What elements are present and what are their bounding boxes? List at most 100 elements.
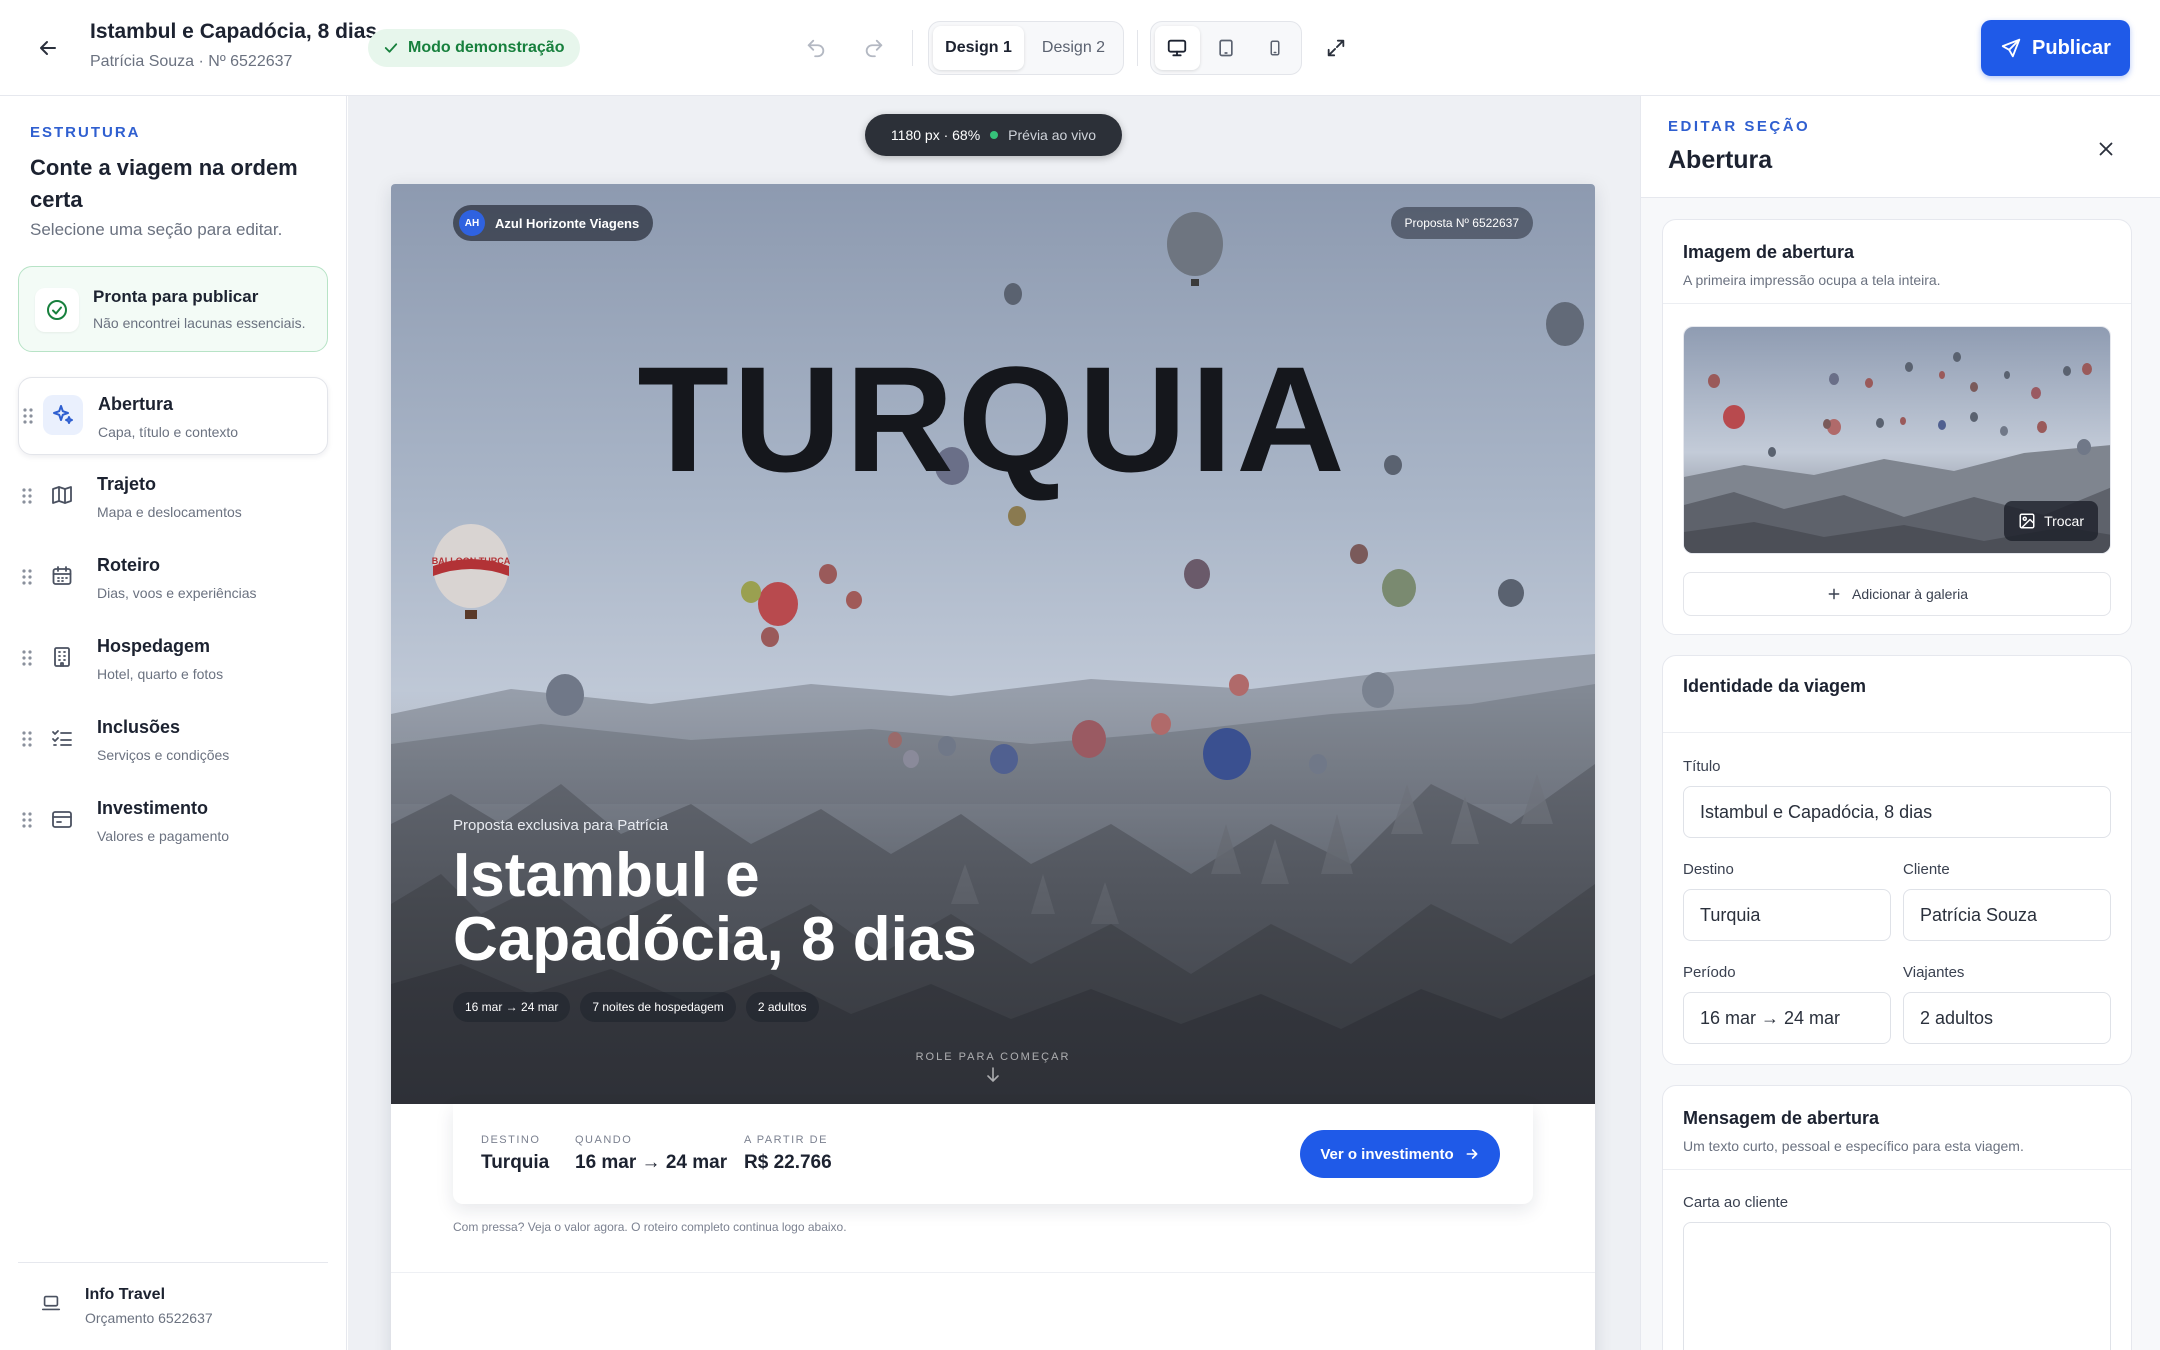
tab-design-2[interactable]: Design 2: [1028, 26, 1119, 70]
agency-logo: AH: [459, 210, 485, 236]
back-button[interactable]: [28, 28, 68, 68]
sidebar-item-hospedagem[interactable]: Hospedagem Hotel, quarto e fotos: [18, 620, 328, 698]
sidebar-item-label: Roteiro: [97, 555, 160, 575]
ready-status-subtitle: Não encontrei lacunas essenciais.: [93, 315, 306, 331]
trip-identity-card-header: Identidade da viagem: [1663, 656, 2131, 733]
preview-status-pill: 1180 px · 68% Prévia ao vivo: [865, 114, 1122, 156]
sidebar-heading: Conte a viagem na ordem certa: [30, 155, 298, 212]
cover-image-card: Imagem de abertura A primeira impressão …: [1662, 219, 2132, 635]
destination-input[interactable]: [1683, 889, 1891, 941]
client-letter-textarea[interactable]: [1683, 1222, 2111, 1350]
view-investment-button[interactable]: Ver o investimento: [1300, 1130, 1500, 1178]
sidebar-item-abertura[interactable]: Abertura Capa, título e contexto: [18, 377, 328, 455]
drag-handle-icon[interactable]: [22, 649, 32, 667]
sidebar-item-investimento[interactable]: Investimento Valores e pagamento: [18, 782, 328, 860]
summary-destination-label: DESTINO: [481, 1134, 541, 1146]
workspace-sub: Orçamento 6522637: [85, 1310, 213, 1326]
desktop-view-button[interactable]: [1155, 26, 1200, 70]
sidebar-item-desc: Capa, título e contexto: [98, 424, 239, 440]
send-icon: [2001, 38, 2021, 58]
sidebar-item-inclusoes[interactable]: Inclusões Serviços e condições: [18, 701, 328, 779]
toolbar-divider: [1137, 30, 1138, 66]
redo-button[interactable]: [856, 30, 892, 66]
expand-icon: [1327, 39, 1345, 57]
hero-kicker: Proposta exclusiva para Patrícia: [453, 817, 669, 834]
opening-message-title: Mensagem de abertura: [1683, 1108, 1880, 1128]
check-circle-icon: [47, 300, 67, 320]
hero-destination-word[interactable]: TURQUIA: [391, 339, 1595, 499]
client-field-label: Cliente: [1903, 861, 1950, 878]
demo-mode-badge: Modo demonstração: [368, 29, 581, 67]
calendar-icon: [42, 556, 82, 596]
arrow-right-icon: [1466, 1149, 1478, 1159]
close-icon: [2099, 142, 2113, 156]
arrow-down-icon: [987, 1067, 999, 1083]
ready-status-card: Pronta para publicar Não encontrei lacun…: [18, 266, 328, 352]
proposal-number-badge: Proposta Nº 6522637: [1390, 207, 1533, 239]
client-input[interactable]: [1903, 889, 2111, 941]
add-to-gallery-button[interactable]: Adicionar à galeria: [1683, 572, 2111, 616]
tablet-view-button[interactable]: [1204, 26, 1249, 70]
tablet-icon: [1219, 39, 1233, 57]
scroll-cue: ROLE PARA COMEÇAR: [915, 1051, 1071, 1063]
sidebar-item-desc: Dias, voos e experiências: [97, 585, 257, 601]
sidebar-item-desc: Mapa e deslocamentos: [97, 504, 242, 520]
section-divider: [391, 1272, 1595, 1273]
hero-chips: 16 mar → 24 mar 7 noites de hospedagem 2…: [453, 992, 819, 1022]
publish-button[interactable]: Publicar: [1981, 20, 2130, 76]
wallet-icon: [42, 799, 82, 839]
view-investment-label: Ver o investimento: [1320, 1145, 1454, 1163]
drag-handle-icon[interactable]: [22, 568, 32, 586]
demo-mode-label: Modo demonstração: [408, 39, 565, 56]
workspace-name: Info Travel: [85, 1286, 166, 1303]
drag-handle-icon[interactable]: [22, 730, 32, 748]
sidebar-item-trajeto[interactable]: Trajeto Mapa e deslocamentos: [18, 458, 328, 536]
mobile-view-button[interactable]: [1252, 26, 1297, 70]
cover-image-subtitle: A primeira impressão ocupa a tela inteir…: [1683, 272, 1941, 288]
opening-message-card: Mensagem de abertura Um texto curto, pes…: [1662, 1085, 2132, 1350]
sidebar-item-label: Investimento: [97, 798, 209, 818]
ready-status-icon-box: [35, 288, 79, 332]
image-edit-icon: [2019, 513, 2035, 529]
drag-handle-icon[interactable]: [22, 811, 32, 829]
summary-when: QUANDO 16 mar → 24 mar: [575, 1134, 727, 1174]
smartphone-icon: [1270, 40, 1280, 56]
period-input[interactable]: [1683, 992, 1891, 1044]
close-editor-button[interactable]: [2089, 132, 2123, 166]
sidebar-item-roteiro[interactable]: Roteiro Dias, voos e experiências: [18, 539, 328, 617]
swap-image-button[interactable]: Trocar: [2004, 501, 2098, 541]
summary-destination-value: Turquia: [481, 1152, 550, 1173]
title-input[interactable]: [1683, 786, 2111, 838]
arrow-left-icon: [40, 41, 56, 55]
hero-title[interactable]: Istambul e Capadócia, 8 dias: [453, 844, 1073, 972]
live-dot: [990, 131, 999, 139]
preview-size: 1180 px · 68%: [890, 127, 981, 143]
cover-image-thumbnail[interactable]: Trocar: [1683, 326, 2111, 554]
undo-icon: [807, 39, 825, 58]
opening-message-card-header: Mensagem de abertura Um texto curto, pes…: [1663, 1086, 2131, 1170]
summary-when-value: 16 mar → 24 mar: [575, 1152, 728, 1173]
balloon-lettering: BALLOON TURCA: [432, 556, 511, 566]
opening-message-subtitle: Um texto curto, pessoal e específico par…: [1683, 1138, 2024, 1154]
undo-button[interactable]: [798, 30, 834, 66]
title-field-label: Título: [1683, 758, 1721, 775]
sidebar-footer-divider: [18, 1262, 328, 1263]
agency-name: Azul Horizonte Viagens: [495, 215, 640, 231]
drag-handle-icon[interactable]: [22, 487, 32, 505]
tab-design-1[interactable]: Design 1: [933, 26, 1024, 70]
editor-header: EDITAR SEÇÃO Abertura: [1641, 96, 2160, 198]
trip-summary-card: DESTINO Turquia QUANDO 16 mar → 24 mar A…: [453, 1104, 1533, 1204]
sparkles-icon: [43, 395, 83, 435]
preview-live-label: Prévia ao vivo: [1008, 127, 1097, 143]
sidebar-subheading: Selecione uma seção para editar.: [30, 220, 283, 239]
drag-handle-icon[interactable]: [23, 407, 33, 425]
monitor-icon: [1168, 39, 1187, 57]
letter-field-label: Carta ao cliente: [1683, 1194, 1789, 1211]
checklist-icon: [42, 718, 82, 758]
section-editor-panel: EDITAR SEÇÃO Abertura Imagem de abertura…: [1640, 96, 2160, 1350]
sidebar-item-desc: Serviços e condições: [97, 747, 230, 763]
check-icon: [384, 43, 398, 53]
travelers-input[interactable]: [1903, 992, 2111, 1044]
summary-destination: DESTINO Turquia: [481, 1134, 549, 1174]
fullscreen-button[interactable]: [1318, 30, 1354, 66]
